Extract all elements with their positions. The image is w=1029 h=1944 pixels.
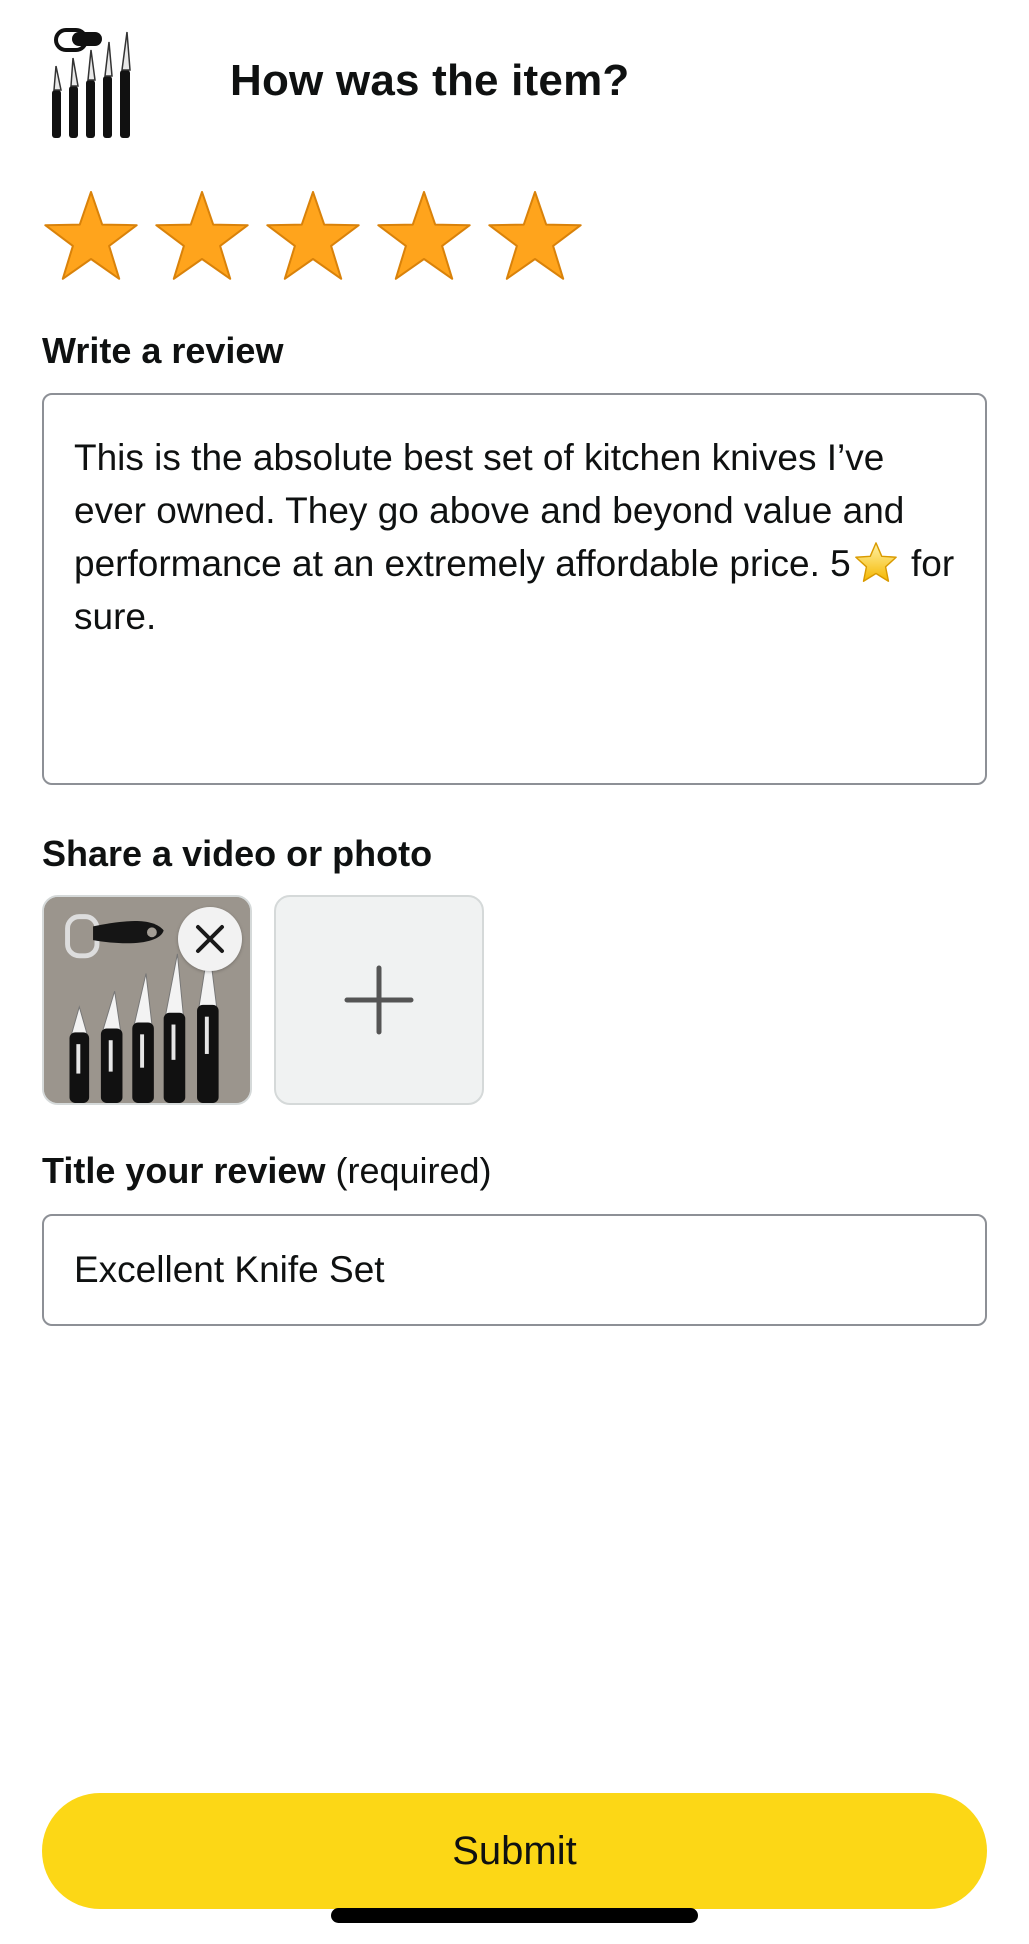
share-media-label: Share a video or photo [42,833,433,874]
star-3-button[interactable] [262,186,364,288]
plus-icon [344,965,414,1035]
review-text: This is the absolute best set of kitchen… [74,431,957,643]
page-title: How was the item? [230,56,630,105]
review-title-value: Excellent Knife Set [74,1249,385,1290]
add-media-button[interactable] [274,895,484,1105]
review-title-input[interactable]: Excellent Knife Set [42,1214,987,1326]
star-5-button[interactable] [484,186,586,288]
write-review-label: Write a review [42,330,284,371]
uploaded-photo[interactable] [42,895,252,1105]
product-thumbnail-icon [42,20,147,142]
star-rating [40,186,595,288]
media-row [42,895,484,1105]
submit-button[interactable]: Submit [42,1793,987,1909]
home-indicator [331,1908,698,1923]
star-2-button[interactable] [151,186,253,288]
review-textarea[interactable]: This is the absolute best set of kitchen… [42,393,987,785]
title-label-main: Title your review [42,1150,326,1191]
star-4-button[interactable] [373,186,475,288]
star-emoji-icon [853,540,899,586]
remove-photo-button[interactable] [178,907,242,971]
title-review-label: Title your review (required) [42,1150,492,1192]
review-text-main: This is the absolute best set of kitchen… [74,437,905,584]
close-icon [196,925,224,953]
star-1-button[interactable] [40,186,142,288]
header: How was the item? [42,20,629,142]
title-label-required: (required) [335,1150,492,1191]
review-page: How was the item? Write a review This is… [0,0,1029,1944]
